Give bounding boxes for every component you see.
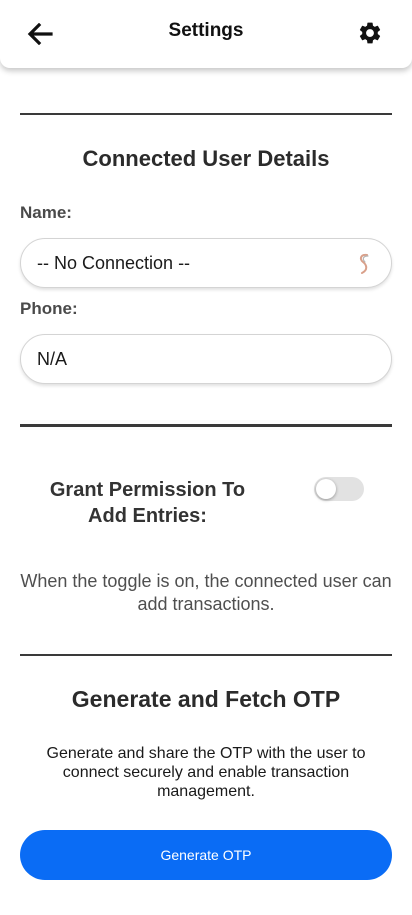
settings-screen: Settings Connected User Details Name: --… [0, 0, 412, 915]
top-app-bar: Settings [0, 0, 412, 68]
toggle-knob [316, 479, 336, 499]
gear-icon [359, 22, 381, 44]
section-divider [20, 654, 392, 656]
phone-label: Phone: [20, 299, 78, 318]
connected-user-title: Connected User Details [82, 146, 330, 171]
loading-spinner-icon [359, 253, 369, 274]
name-value: -- No Connection -- [37, 252, 191, 273]
phone-value: N/A [37, 348, 68, 369]
grant-permission-toggle[interactable] [314, 477, 364, 501]
section-divider [20, 424, 392, 427]
otp-section-title: Generate and Fetch OTP [71, 686, 341, 712]
section-divider [20, 113, 392, 115]
otp-description: Generate and share the OTP with the user… [46, 745, 366, 800]
name-label: Name: [20, 203, 72, 222]
name-field[interactable]: -- No Connection -- [20, 238, 392, 288]
page-title: Settings [168, 20, 244, 41]
permission-hint: When the toggle is on, the connected use… [20, 571, 392, 614]
grant-permission-label: Grant Permission To Add Entries: [49, 479, 246, 527]
settings-button[interactable] [354, 18, 386, 48]
generate-otp-button[interactable]: Generate OTP [20, 830, 392, 880]
phone-field[interactable]: N/A [20, 334, 392, 384]
